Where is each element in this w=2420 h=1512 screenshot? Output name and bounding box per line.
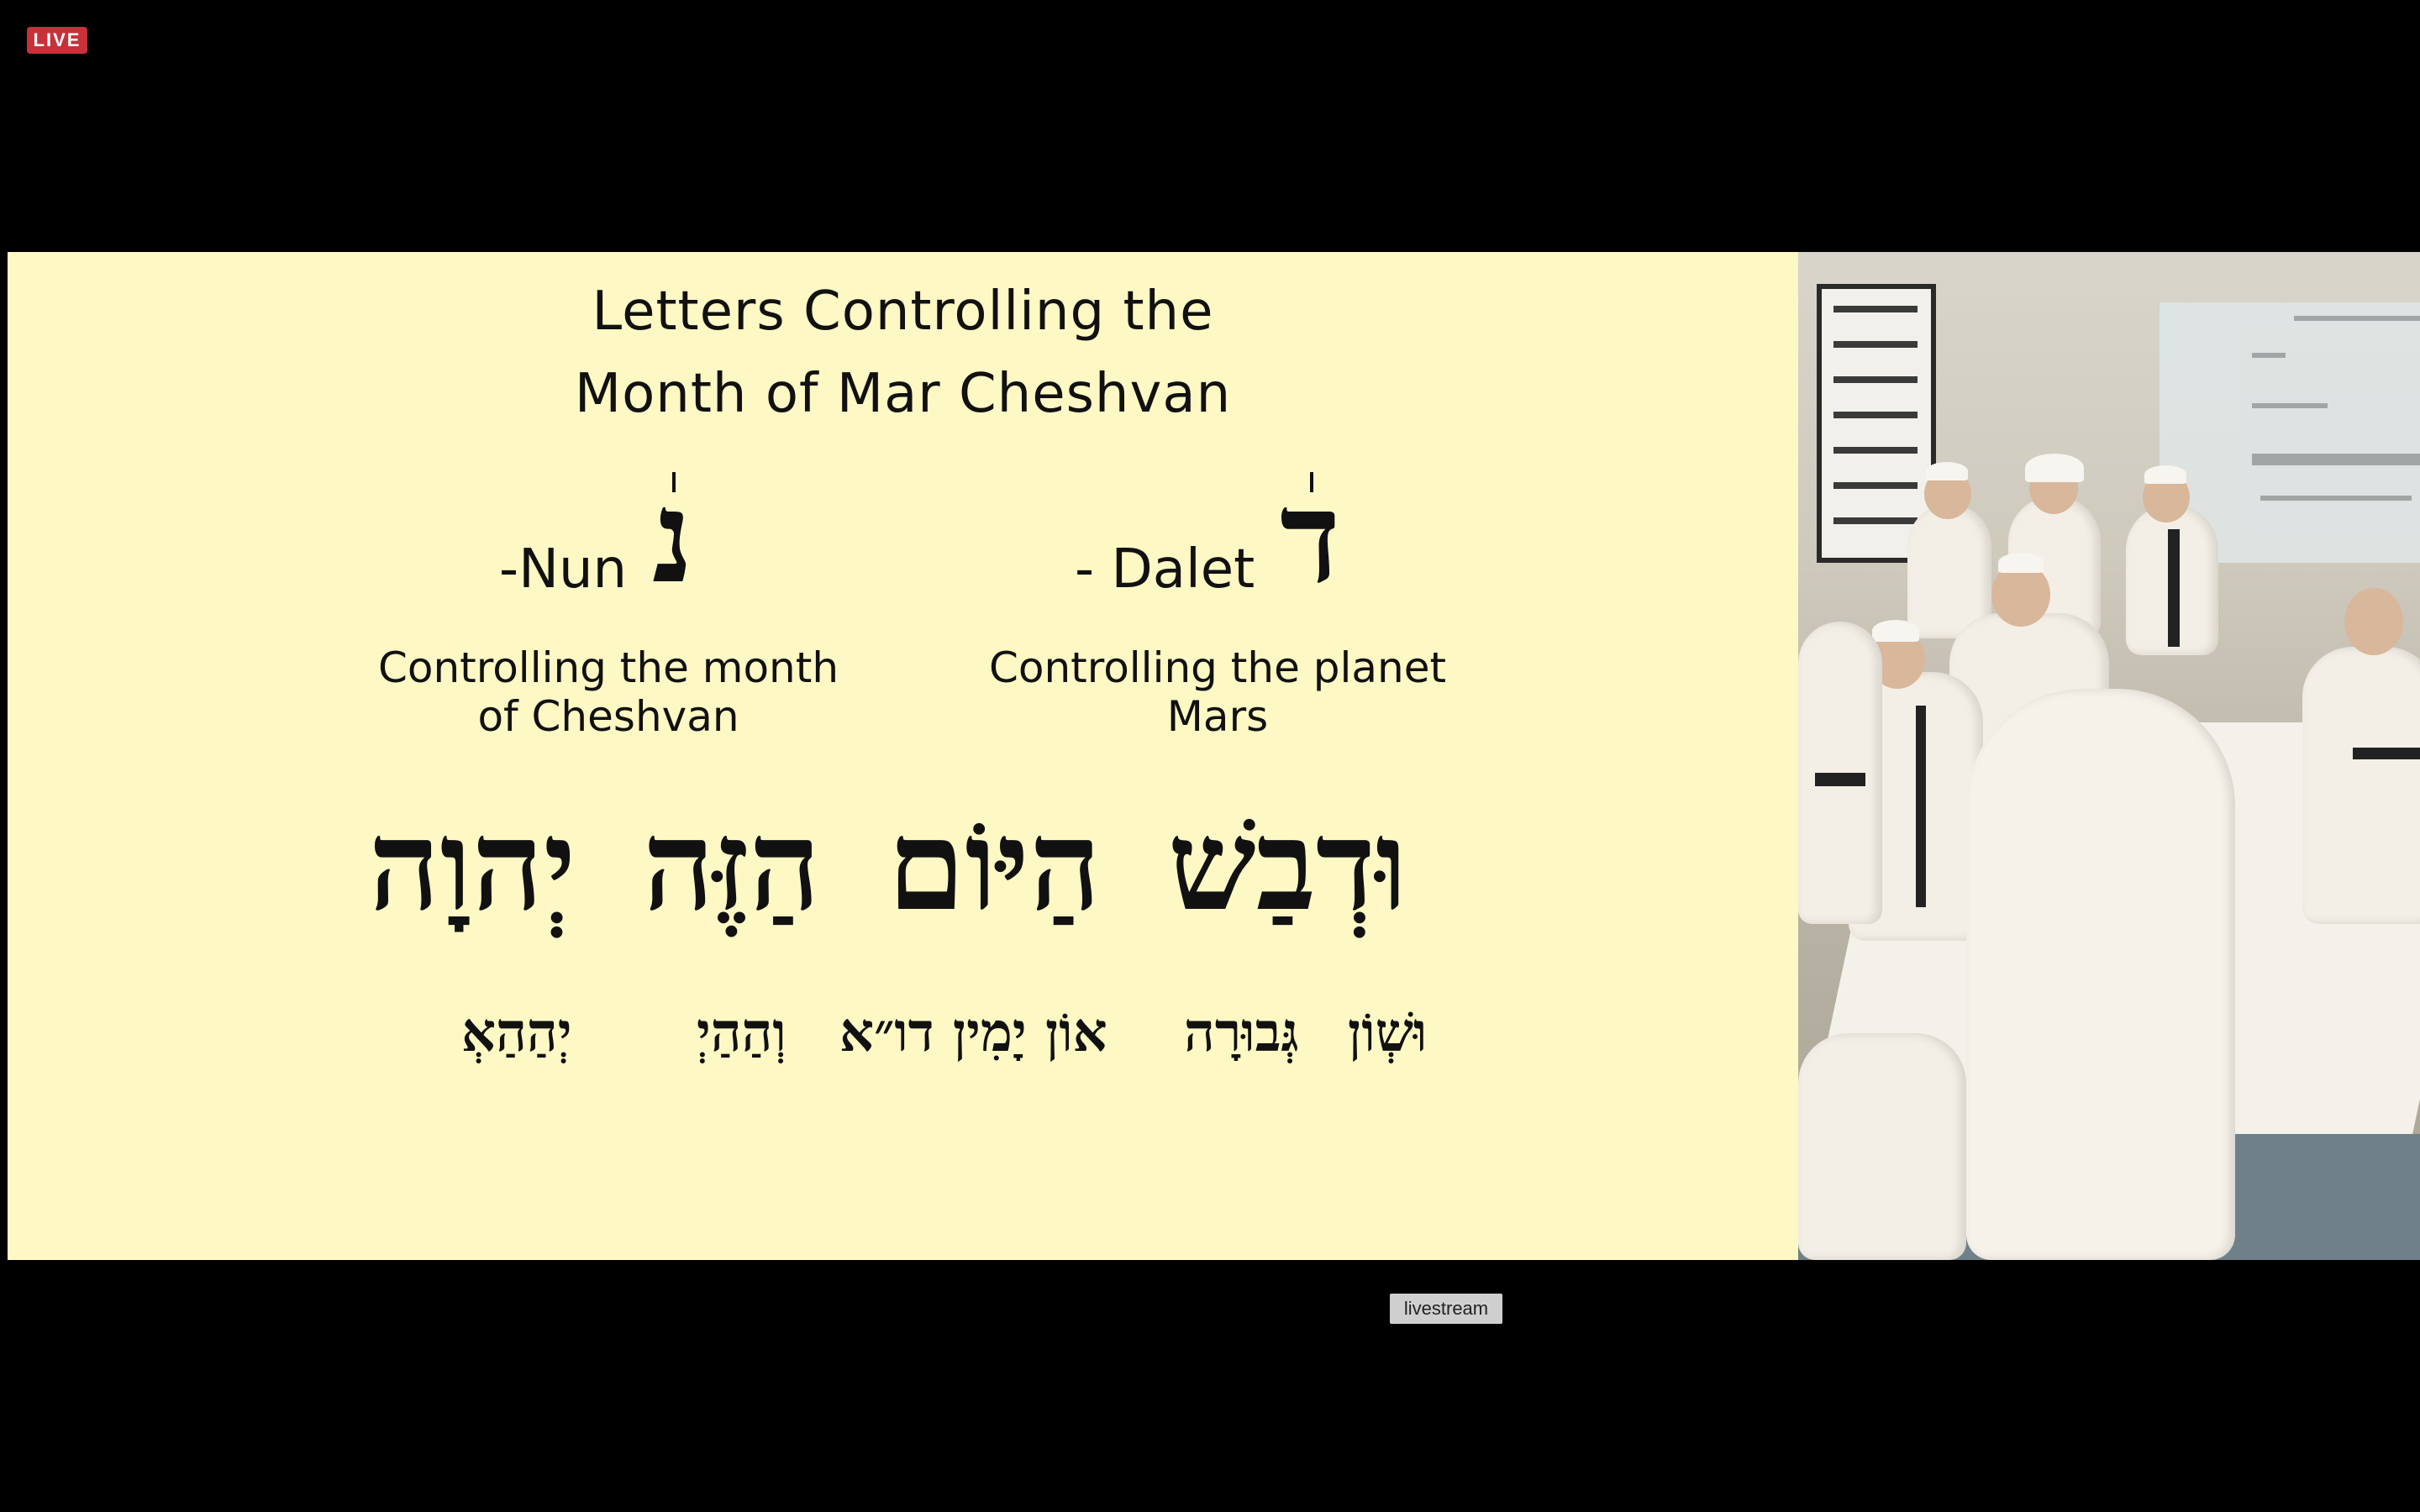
- desc-right: Controlling the planet Mars: [986, 643, 1449, 741]
- sub-word-left: יְהַהַאְ: [461, 1001, 572, 1064]
- verse-word-2: הַיּוֹם: [887, 792, 1102, 938]
- desc-left-line2: of Cheshvan: [477, 692, 739, 741]
- stream-viewer: LIVE Letters Controlling the Month of Ma…: [0, 0, 2420, 1512]
- letter-nun-glyph: נ: [652, 464, 693, 612]
- verse-word-4: יְהוָה: [368, 792, 576, 938]
- slide-title-line1: Letters Controlling the: [592, 281, 1214, 343]
- slide-title-line2: Month of Mar Cheshvan: [574, 363, 1232, 425]
- desc-right-line2: Mars: [1166, 692, 1269, 741]
- sub-word-center: אוֹן יָמִין דו״א: [839, 1001, 1107, 1064]
- presentation-slide: Letters Controlling the Month of Mar Che…: [8, 252, 1798, 1260]
- camera-feed: [1798, 252, 2420, 1260]
- live-badge: LIVE: [27, 27, 87, 54]
- desc-right-line1: Controlling the planet: [988, 643, 1447, 692]
- slide-title: Letters Controlling the Month of Mar Che…: [8, 270, 1798, 435]
- sub-word-right1: גְּבוּרָה: [1184, 1001, 1299, 1064]
- letter-nun-name: -Nun: [499, 538, 628, 601]
- letter-dalet-name: - Dalet: [1075, 538, 1255, 601]
- verse-word-1: וּדְבַשׁ: [1167, 792, 1407, 938]
- livestream-button[interactable]: livestream: [1390, 1294, 1502, 1324]
- letter-nun: -Nun נ: [499, 464, 693, 612]
- desc-left-line1: Controlling the month: [377, 643, 839, 692]
- person-foreground-tallit: [1966, 689, 2235, 1260]
- letter-dalet-glyph: ד: [1280, 464, 1341, 612]
- sub-word-right2: וּשְׁוֹן: [1348, 1001, 1428, 1064]
- verse-word-3: הַזֶּה: [643, 792, 821, 938]
- sub-word-mid: וְהַהַיְ: [697, 1001, 786, 1064]
- letter-dalet: - Dalet ד: [1075, 464, 1341, 612]
- hebrew-verse: וּדְבַשׁ הַיּוֹם הַזֶּה יְהוָה: [369, 790, 1419, 941]
- desc-left: Controlling the month of Cheshvan: [377, 643, 839, 741]
